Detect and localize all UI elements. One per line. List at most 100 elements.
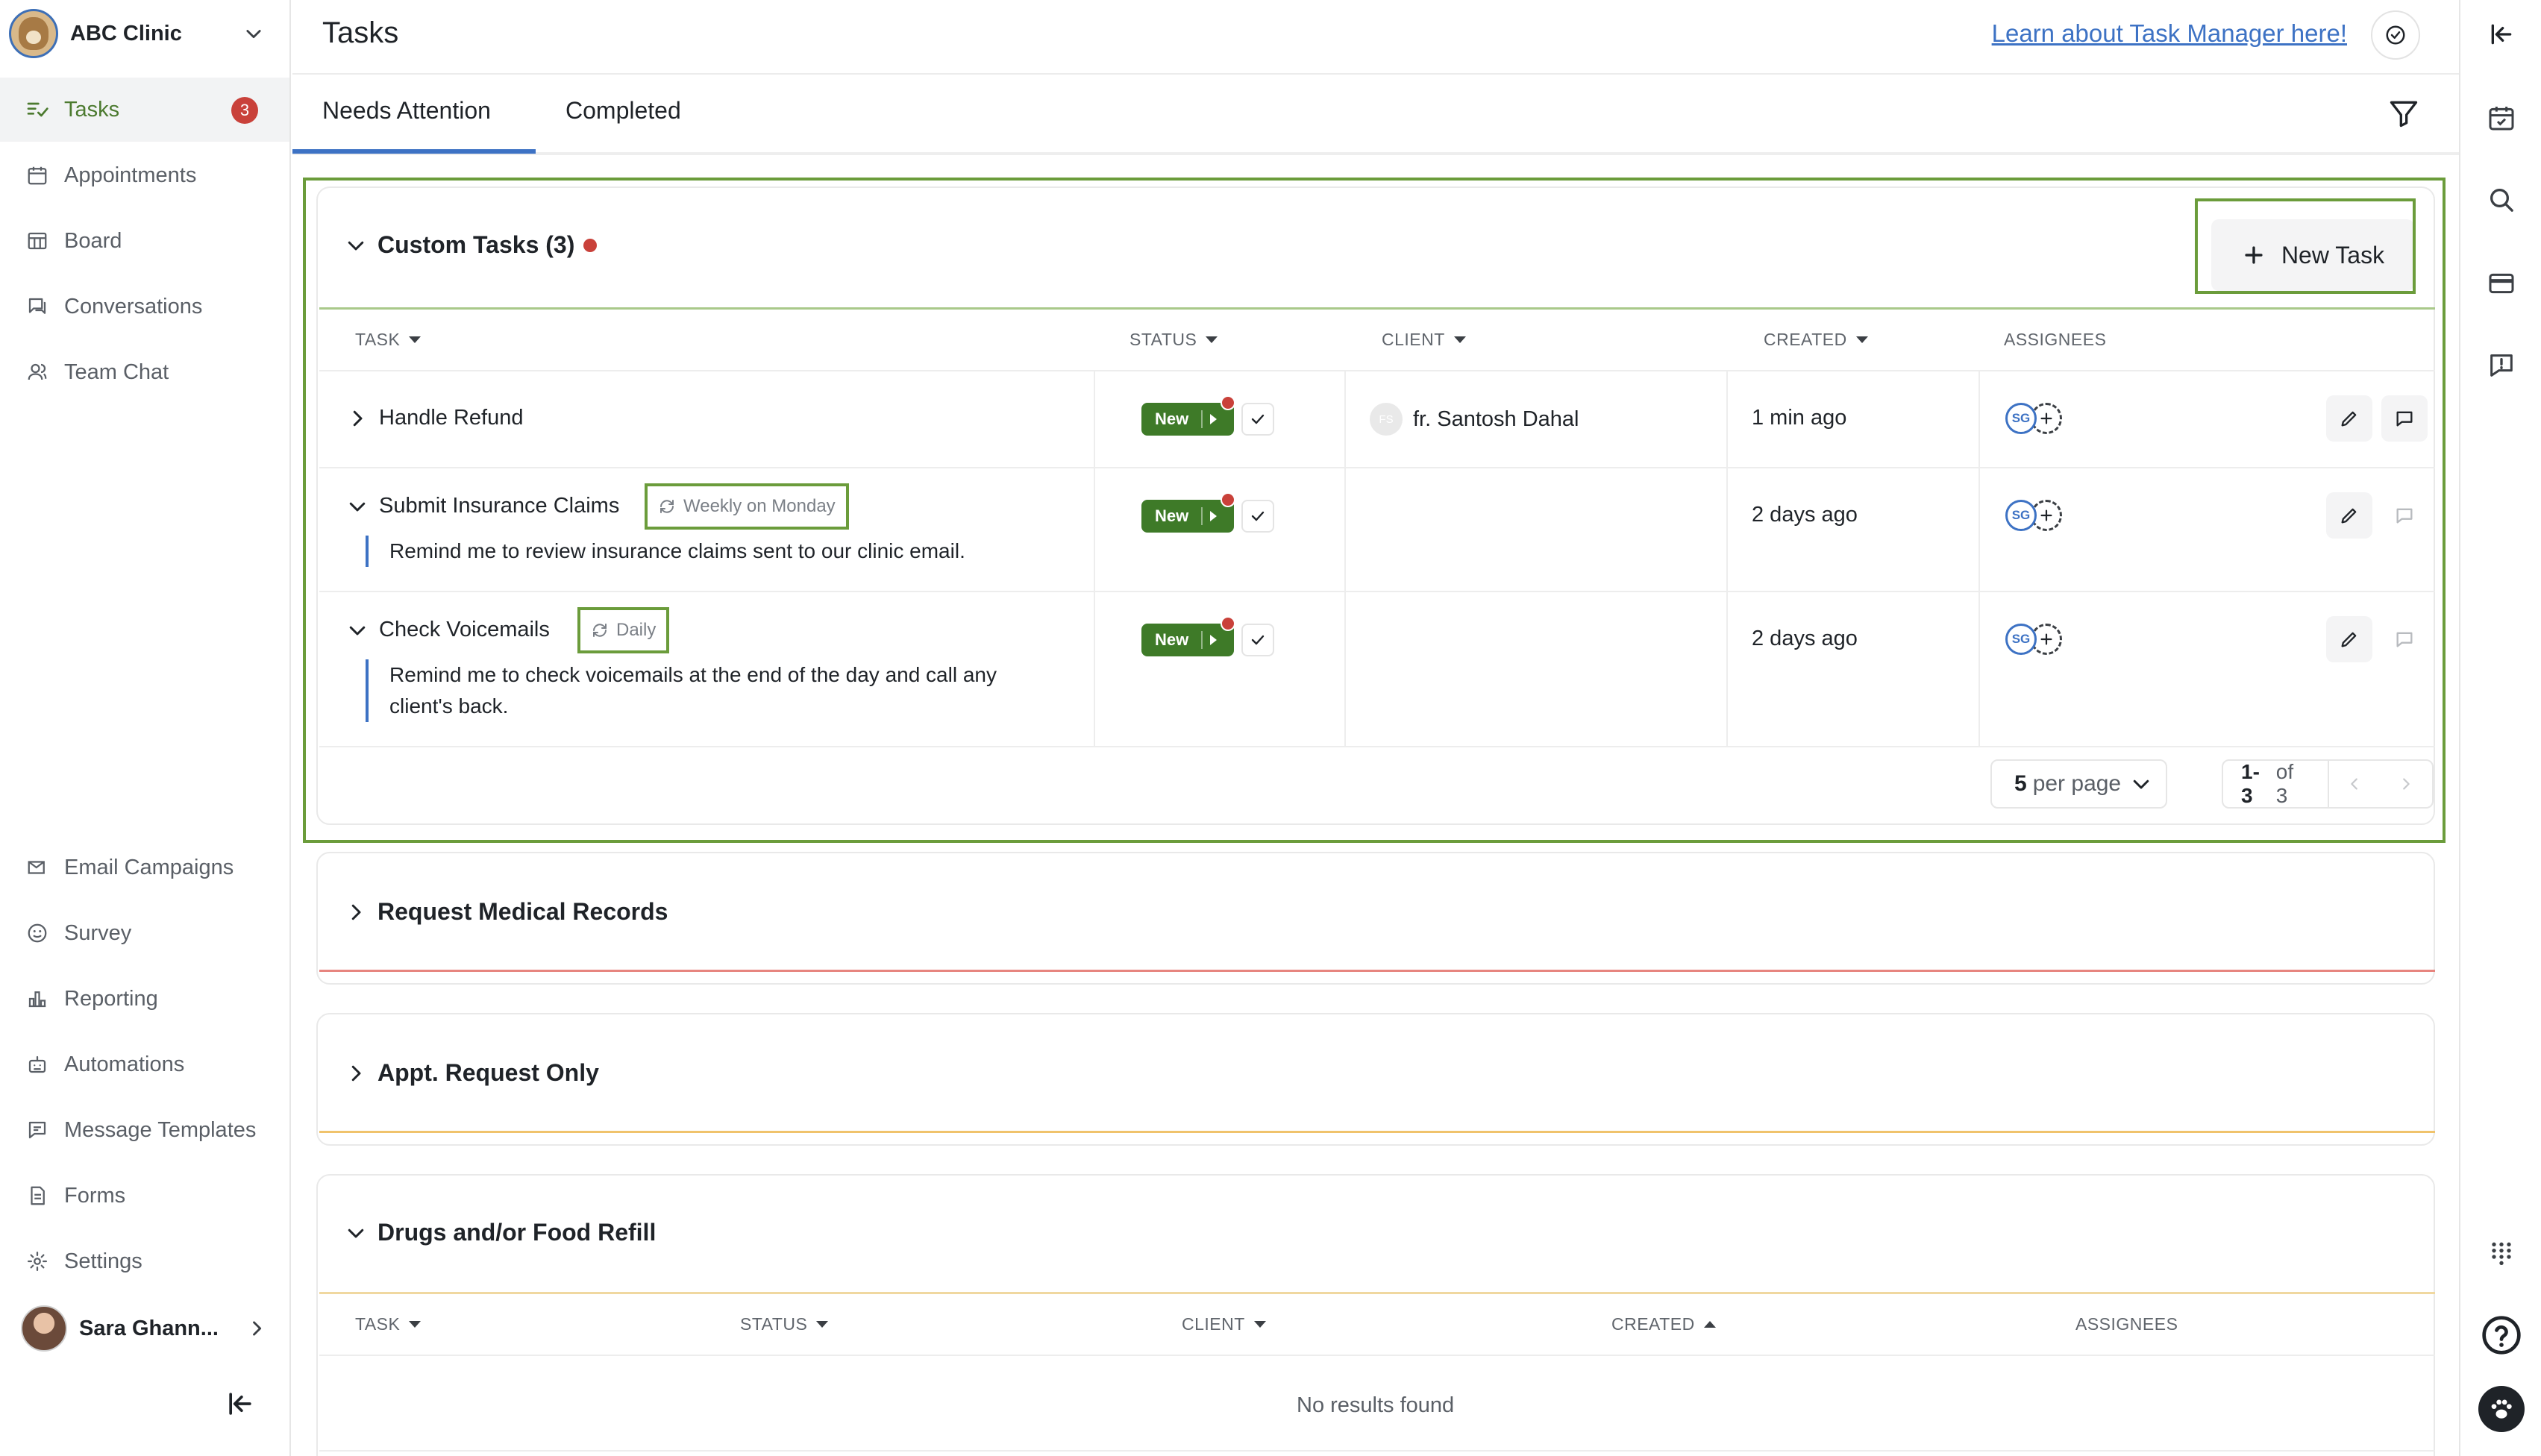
next-page-icon[interactable] <box>2381 761 2432 807</box>
chevron-right-icon <box>351 904 361 920</box>
sidebar-item-appointments[interactable]: Appointments <box>0 143 289 207</box>
table-row[interactable]: Submit Insurance Claims <box>346 494 619 518</box>
check-icon <box>1251 635 1265 645</box>
sidebar-item-tasks[interactable]: Tasks 3 <box>0 78 289 142</box>
column-header-client[interactable]: CLIENT <box>1382 330 1466 350</box>
feedback-icon[interactable] <box>2484 348 2519 383</box>
new-task-label: New Task <box>2281 241 2385 269</box>
tasks-icon <box>24 96 51 123</box>
column-header-created[interactable]: CREATED <box>1764 330 1868 350</box>
sidebar-item-reporting[interactable]: Reporting <box>0 967 289 1031</box>
complete-task-button[interactable] <box>1241 624 1274 656</box>
comment-button[interactable] <box>2381 616 2428 662</box>
chevron-down-icon <box>349 626 366 635</box>
clinic-switcher[interactable]: ABC Clinic <box>9 7 278 60</box>
task-name: Submit Insurance Claims <box>379 494 620 518</box>
complete-task-button[interactable] <box>1241 403 1274 436</box>
divider <box>1094 370 1095 746</box>
paw-icon[interactable] <box>2478 1386 2525 1432</box>
page-title: Tasks <box>322 16 399 49</box>
complete-task-button[interactable] <box>1241 500 1274 533</box>
recurrence-tag: Daily <box>577 607 670 653</box>
assignee-avatar: SG <box>2005 403 2037 434</box>
divider <box>1978 370 1980 746</box>
sidebar-item-email-campaigns[interactable]: Email Campaigns <box>0 835 289 900</box>
avatar <box>21 1305 67 1352</box>
sidebar-item-label: Team Chat <box>64 360 169 384</box>
tab-needs-attention[interactable]: Needs Attention <box>322 97 491 125</box>
assignees-cell[interactable]: SG <box>2005 624 2062 655</box>
edit-task-button[interactable] <box>2326 492 2372 539</box>
status-dropdown[interactable]: New <box>1141 500 1234 533</box>
check-circle-icon[interactable] <box>2371 10 2420 60</box>
column-header-task[interactable]: TASK <box>355 1314 422 1334</box>
section-title: Request Medical Records <box>377 898 668 925</box>
drugs-food-refill-header[interactable]: Drugs and/or Food Refill <box>345 1219 656 1246</box>
sidebar-item-team-chat[interactable]: Team Chat <box>0 340 289 404</box>
chevron-down-icon <box>243 23 264 44</box>
task-description: Remind me to review insurance claims sen… <box>366 536 1067 567</box>
chevron-down-icon <box>349 502 366 511</box>
dialpad-icon[interactable] <box>2484 1235 2519 1271</box>
credit-card-icon[interactable] <box>2484 266 2519 301</box>
per-page-select[interactable]: 5 per page <box>1990 759 2168 809</box>
sidebar-item-forms[interactable]: Forms <box>0 1164 289 1228</box>
learn-task-manager-link[interactable]: Learn about Task Manager here! <box>1992 19 2347 48</box>
edit-task-button[interactable] <box>2326 395 2372 442</box>
prev-page-icon[interactable] <box>2329 761 2381 807</box>
assignees-cell[interactable]: SG <box>2005 500 2062 531</box>
status-unread-dot <box>1221 616 1235 631</box>
repeat-icon <box>593 624 607 637</box>
created-time: 2 days ago <box>1752 627 1858 650</box>
sidebar-item-settings[interactable]: Settings <box>0 1229 289 1293</box>
calendar-check-icon[interactable] <box>2484 100 2519 136</box>
column-header-client[interactable]: CLIENT <box>1182 1314 1266 1334</box>
email-campaign-icon <box>24 854 51 881</box>
sidebar-item-conversations[interactable]: Conversations <box>0 274 289 339</box>
sidebar-item-label: Automations <box>64 1052 185 1076</box>
column-header-task[interactable]: TASK <box>355 330 422 350</box>
created-time: 1 min ago <box>1752 406 1847 430</box>
table-row[interactable]: Check Voicemails <box>346 618 550 642</box>
client-cell[interactable]: FS fr. Santosh Dahal <box>1370 403 1579 436</box>
help-icon[interactable] <box>2481 1314 2522 1356</box>
filter-icon[interactable] <box>2387 97 2423 133</box>
new-task-button[interactable]: New Task <box>2211 219 2414 291</box>
chevron-down-icon <box>348 1228 364 1237</box>
assignees-cell[interactable]: SG <box>2005 403 2062 434</box>
column-header-created[interactable]: CREATED <box>1611 1314 1716 1334</box>
user-profile[interactable]: Sara Ghann... <box>21 1302 267 1355</box>
survey-icon <box>24 920 51 947</box>
pagination: 1-3 of 3 <box>2222 759 2434 809</box>
comment-button[interactable] <box>2381 492 2428 539</box>
collapse-sidebar-icon[interactable] <box>224 1387 261 1420</box>
table-row[interactable]: Handle Refund <box>346 406 523 430</box>
page-range: 1-3 of 3 <box>2223 760 2329 807</box>
column-header-status[interactable]: STATUS <box>1129 330 1218 350</box>
column-header-status[interactable]: STATUS <box>740 1314 829 1334</box>
pencil-icon <box>2341 508 2357 524</box>
sidebar-item-board[interactable]: Board <box>0 209 289 273</box>
status-dropdown[interactable]: New <box>1141 403 1234 436</box>
clinic-logo <box>9 9 58 58</box>
edit-task-button[interactable] <box>2326 616 2372 662</box>
status-dropdown[interactable]: New <box>1141 624 1234 656</box>
appt-request-only-header[interactable]: Appt. Request Only <box>345 1059 599 1087</box>
sidebar-item-message-templates[interactable]: Message Templates <box>0 1098 289 1162</box>
section-title: Appt. Request Only <box>377 1059 599 1086</box>
tab-bar: Needs Attention Completed <box>292 76 2459 155</box>
section-accent-line <box>319 1131 2435 1133</box>
forms-icon <box>24 1182 51 1209</box>
request-medical-records-header[interactable]: Request Medical Records <box>345 898 668 926</box>
comment-button[interactable] <box>2381 395 2428 442</box>
custom-tasks-header[interactable]: Custom Tasks (3) <box>345 231 598 259</box>
clinic-name: ABC Clinic <box>70 21 182 46</box>
tab-completed[interactable]: Completed <box>565 97 681 125</box>
plus-icon <box>2245 246 2263 264</box>
pencil-icon <box>2341 411 2357 427</box>
search-icon[interactable] <box>2484 182 2519 218</box>
sidebar-item-survey[interactable]: Survey <box>0 901 289 965</box>
collapse-panel-icon[interactable] <box>2484 16 2519 52</box>
sidebar-item-label: Message Templates <box>64 1117 257 1142</box>
sidebar-item-automations[interactable]: Automations <box>0 1032 289 1096</box>
